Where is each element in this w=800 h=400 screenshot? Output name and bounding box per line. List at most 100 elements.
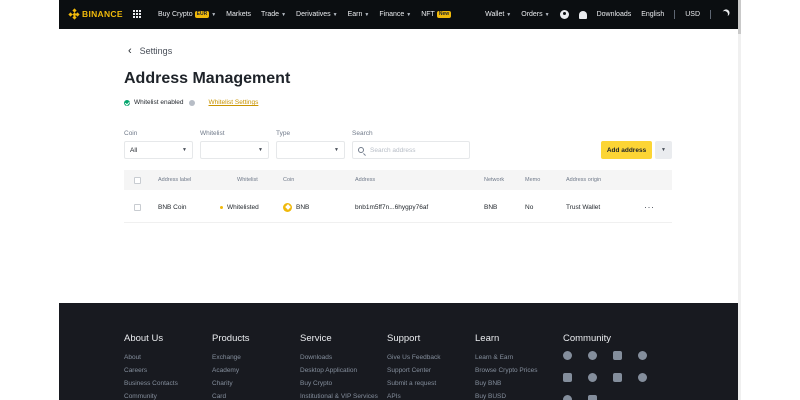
page-title: Address Management (124, 70, 291, 87)
footer-heading: Community (563, 333, 612, 344)
nav-nft-label: NFT (421, 11, 435, 18)
footer-link[interactable]: Careers (124, 364, 178, 377)
col-memo: Memo (525, 177, 541, 183)
footer-link[interactable]: Buy Crypto (300, 377, 378, 390)
chevron-down-icon: ▼ (406, 11, 412, 18)
footer-link[interactable]: Institutional & VIP Services (300, 390, 378, 400)
check-circle-icon (124, 99, 130, 106)
whitelist-filter-select[interactable]: ▼ (200, 141, 269, 159)
currency-selector[interactable]: USD (685, 11, 700, 18)
chevron-down-icon: ▼ (332, 11, 338, 18)
table-row[interactable]: BNB Coin Whitelisted BNB bnb1m5ff7n...6h… (124, 192, 672, 223)
footer-link[interactable]: Downloads (300, 351, 378, 364)
col-address-origin: Address origin (566, 177, 602, 183)
nav-right: Wallet ▼ Orders ▼ Downloads English USD (485, 0, 728, 29)
brand-name: BINANCE (82, 9, 123, 19)
nav-divider (710, 10, 711, 19)
nav-earn[interactable]: Earn ▼ (348, 11, 370, 18)
footer-link[interactable]: Buy BUSD (475, 390, 538, 400)
footer-link[interactable]: Support Center (387, 364, 440, 377)
select-all-checkbox[interactable] (134, 176, 141, 184)
search-placeholder: Search address (370, 146, 416, 154)
footer-link[interactable]: APIs (387, 390, 440, 400)
row-address-label: BNB Coin (158, 203, 187, 211)
whitelist-settings-link[interactable]: Whitelist Settings (209, 99, 259, 106)
row-coin-text: BNB (296, 203, 310, 211)
instagram-icon[interactable] (613, 373, 622, 382)
nav-nft[interactable]: NFT New (421, 11, 452, 18)
nav-downloads[interactable]: Downloads (597, 11, 632, 18)
coinmarketcap-icon[interactable] (638, 373, 647, 382)
row-checkbox[interactable] (134, 203, 141, 211)
footer-link[interactable]: Learn & Earn (475, 351, 538, 364)
whitelist-status-row: Whitelist enabled Whitelist Settings (124, 99, 258, 106)
chevron-down-icon: ▼ (182, 147, 187, 153)
vertical-scrollbar[interactable] (738, 0, 741, 400)
select-all-cell (134, 170, 141, 190)
footer-link[interactable]: Charity (212, 377, 250, 390)
twitter-icon[interactable] (563, 373, 572, 382)
discord-icon[interactable] (563, 351, 572, 360)
nav-buy-crypto[interactable]: Buy Crypto EUR ▼ (158, 11, 216, 18)
nav-wallet[interactable]: Wallet ▼ (485, 11, 511, 18)
youtube-icon[interactable] (588, 395, 597, 400)
whitelist-status: Whitelist enabled (134, 99, 184, 106)
footer-heading: Learn (475, 333, 500, 344)
vk-icon[interactable] (563, 395, 572, 400)
col-coin: Coin (283, 177, 295, 183)
nav-markets[interactable]: Markets (226, 11, 251, 18)
user-icon[interactable] (559, 10, 569, 19)
tiktok-icon[interactable] (613, 351, 622, 360)
more-options-button[interactable]: ▼ (655, 141, 672, 159)
footer-link[interactable]: Business Contacts (124, 377, 178, 390)
row-memo: No (525, 203, 534, 211)
footer-col-about: About Us About Careers Business Contacts… (124, 333, 178, 400)
nav-finance[interactable]: Finance ▼ (379, 11, 411, 18)
row-select-cell (134, 192, 141, 222)
apps-grid-icon[interactable] (133, 10, 141, 18)
theme-toggle-moon-icon[interactable] (720, 10, 729, 19)
footer-heading: Service (300, 333, 332, 344)
nav-orders[interactable]: Orders ▼ (521, 11, 549, 18)
footer-col-community: Community (563, 333, 611, 351)
reddit-icon[interactable] (588, 373, 597, 382)
footer-link[interactable]: Submit a request (387, 377, 440, 390)
breadcrumb-settings[interactable]: Settings (140, 46, 173, 56)
nav-finance-label: Finance (379, 11, 405, 18)
nav-trade[interactable]: Trade ▼ (261, 11, 286, 18)
chevron-down-icon: ▼ (661, 147, 666, 153)
language-selector[interactable]: English (641, 11, 664, 18)
add-address-button[interactable]: Add address (601, 141, 652, 159)
footer-link[interactable]: About (124, 351, 178, 364)
info-icon[interactable] (188, 99, 195, 106)
breadcrumb: ‹ Settings (128, 45, 172, 57)
row-more-options-icon[interactable]: ··· (644, 192, 655, 222)
footer-col-learn: Learn Learn & Earn Browse Crypto Prices … (475, 333, 538, 400)
notification-bell-icon[interactable] (578, 10, 587, 19)
footer-link[interactable]: Give Us Feedback (387, 351, 440, 364)
footer-link[interactable]: Academy (212, 364, 250, 377)
binance-logo[interactable]: BINANCE (68, 8, 123, 20)
type-filter-select[interactable]: ▼ (276, 141, 345, 159)
coin-filter-value: All (130, 146, 138, 154)
new-badge: New (436, 11, 452, 18)
top-navbar: BINANCE Buy Crypto EUR ▼ Markets Trade ▼… (59, 0, 738, 29)
chevron-down-icon: ▼ (334, 147, 339, 153)
nav-markets-label: Markets (226, 11, 252, 18)
footer-link[interactable]: Desktop Application (300, 364, 378, 377)
search-input[interactable]: Search address (352, 141, 470, 159)
facebook-icon[interactable] (638, 351, 647, 360)
back-arrow-icon[interactable]: ‹ (128, 45, 132, 57)
footer-link[interactable]: Card (212, 390, 250, 400)
telegram-icon[interactable] (588, 351, 597, 360)
nav-trade-label: Trade (261, 11, 280, 18)
scrollbar-thumb[interactable] (738, 0, 741, 34)
footer-link[interactable]: Community (124, 390, 178, 400)
row-coin: BNB (283, 192, 309, 222)
footer-link[interactable]: Browse Crypto Prices (475, 364, 538, 377)
footer-link[interactable]: Exchange (212, 351, 250, 364)
nav-derivatives[interactable]: Derivatives ▼ (296, 11, 338, 18)
footer-link[interactable]: Buy BNB (475, 377, 538, 390)
coin-filter-select[interactable]: All ▼ (124, 141, 193, 159)
whitelist-filter-label: Whitelist (200, 130, 225, 137)
